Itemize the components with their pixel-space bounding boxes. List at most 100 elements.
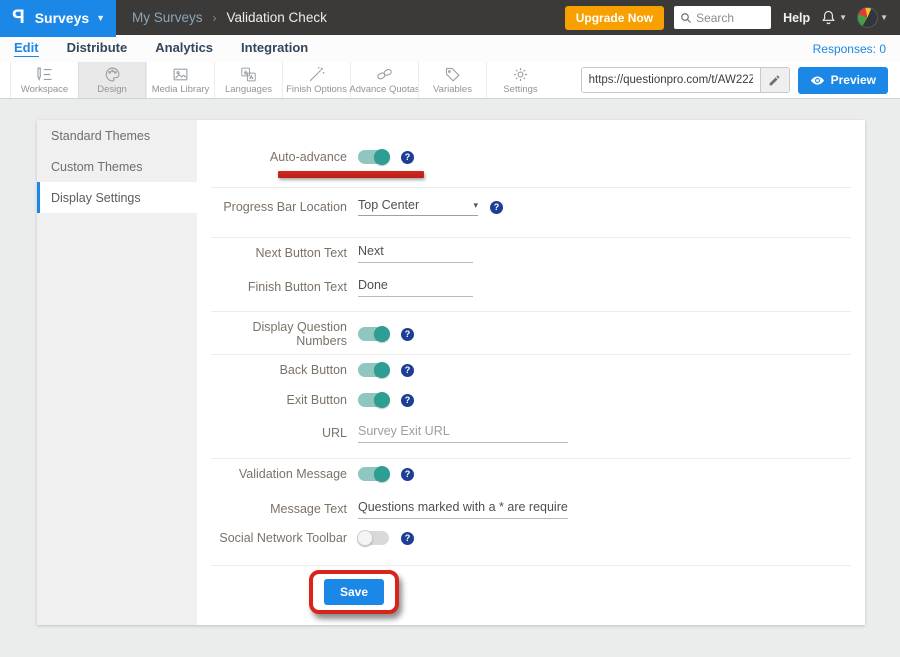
finish-button-text-row: Finish Button Text [211,276,851,297]
toggle-knob [374,149,390,165]
search-icon [680,12,692,24]
sidebar-item-display-settings[interactable]: Display Settings [37,182,197,213]
chevron-down-icon: ▾ [473,200,478,211]
image-icon [172,66,189,83]
exit-button-row: Exit Button ? [211,393,851,407]
display-question-numbers-help-icon[interactable]: ? [401,328,414,341]
exit-button-label: Exit Button [211,393,347,407]
tab-integration[interactable]: Integration [241,40,308,57]
annotation-red-underline [278,171,424,178]
toggle-knob [357,530,373,546]
save-button[interactable]: Save [324,579,384,605]
progress-bar-help-icon[interactable]: ? [490,201,503,214]
auto-advance-toggle[interactable] [358,150,389,164]
edit-url-button[interactable] [760,68,789,92]
validation-message-label: Validation Message [211,467,347,481]
divider [211,311,851,312]
brand-surveys-menu[interactable]: P Surveys ▼ [0,0,116,35]
divider [211,565,851,566]
toggle-knob [374,326,390,342]
back-button-help-icon[interactable]: ? [401,364,414,377]
tab-edit[interactable]: Edit [14,40,39,57]
selected-option: Top Center [358,198,419,212]
survey-share-url-group [581,67,790,93]
validation-message-toggle[interactable] [358,467,389,481]
eye-icon [810,73,825,88]
upgrade-now-button[interactable]: Upgrade Now [565,6,664,30]
social-network-toolbar-help-icon[interactable]: ? [401,532,414,545]
preview-button[interactable]: Preview [798,67,888,94]
exit-url-input[interactable] [358,422,568,443]
notifications-menu[interactable]: ▼ [820,9,847,26]
divider [211,458,851,459]
avatar [857,7,878,28]
tab-distribute[interactable]: Distribute [67,40,128,57]
palette-icon [104,66,121,83]
breadcrumb-current: Validation Check [227,10,327,25]
toolbar-item-settings[interactable]: Settings [486,62,554,98]
next-button-text-input[interactable] [358,242,473,263]
message-text-row: Message Text [211,498,851,519]
finish-button-text-label: Finish Button Text [211,280,347,294]
magic-wand-icon [308,66,325,83]
top-navbar: P Surveys ▼ My Surveys › Validation Chec… [0,0,900,35]
product-menu-label: Surveys [35,10,89,26]
toggle-knob [374,466,390,482]
toggle-knob [374,392,390,408]
display-question-numbers-label: Display Question Numbers [211,320,347,348]
gear-icon [512,66,529,83]
workspace-icon [36,66,53,83]
auto-advance-row: Auto-advance ? [211,150,851,164]
divider [211,354,851,355]
sidebar-item-standard-themes[interactable]: Standard Themes [37,120,197,151]
chevron-down-icon: ▼ [880,13,888,22]
toolbar-item-finish-options[interactable]: Finish Options [282,62,350,98]
progress-bar-location-select[interactable]: Top Center ▾ [358,198,478,216]
progress-bar-location-row: Progress Bar Location Top Center ▾ ? [211,198,851,216]
survey-url-input[interactable] [582,68,760,92]
toggle-knob [374,362,390,378]
questionpro-logo-icon: P [12,7,25,29]
validation-message-help-icon[interactable]: ? [401,468,414,481]
exit-url-row: URL [211,422,851,443]
breadcrumb-my-surveys[interactable]: My Surveys [132,10,203,25]
toolbar-item-workspace[interactable]: Workspace [10,62,78,98]
help-link[interactable]: Help [783,11,810,25]
back-button-row: Back Button ? [211,363,851,377]
auto-advance-help-icon[interactable]: ? [401,151,414,164]
search-box[interactable] [674,6,771,29]
message-text-label: Message Text [211,502,347,516]
exit-url-label: URL [211,426,347,440]
finish-button-text-input[interactable] [358,276,473,297]
exit-button-toggle[interactable] [358,393,389,407]
toolbar-item-design[interactable]: Design [78,62,146,98]
survey-section-nav: Edit Distribute Analytics Integration Re… [0,35,900,62]
exit-button-help-icon[interactable]: ? [401,394,414,407]
chevron-down-icon: ▼ [839,13,847,22]
account-menu[interactable]: ▼ [857,7,888,28]
toolbar-item-languages[interactable]: Languages [214,62,282,98]
display-settings-form: Auto-advance ? Progress Bar Location Top… [197,120,865,625]
social-network-toolbar-row: Social Network Toolbar ? [211,531,851,545]
sidebar-item-custom-themes[interactable]: Custom Themes [37,151,197,182]
display-question-numbers-toggle[interactable] [358,327,389,341]
social-network-toolbar-toggle[interactable] [358,531,389,545]
responses-count[interactable]: Responses: 0 [813,42,886,56]
next-button-text-label: Next Button Text [211,246,347,260]
back-button-label: Back Button [211,363,347,377]
divider [211,237,851,238]
next-button-text-row: Next Button Text [211,242,851,263]
toolbar-item-media-library[interactable]: Media Library [146,62,214,98]
progress-bar-location-label: Progress Bar Location [211,200,347,214]
auto-advance-label: Auto-advance [211,150,347,164]
back-button-toggle[interactable] [358,363,389,377]
display-question-numbers-row: Display Question Numbers ? [211,320,851,348]
translate-icon [240,66,257,83]
toolbar-item-advance-quotas[interactable]: Advance Quotas [350,62,418,98]
tag-icon [444,66,461,83]
divider [211,187,851,188]
tab-analytics[interactable]: Analytics [155,40,213,57]
toolbar-item-variables[interactable]: Variables [418,62,486,98]
message-text-input[interactable] [358,498,568,519]
search-input[interactable] [696,11,766,25]
